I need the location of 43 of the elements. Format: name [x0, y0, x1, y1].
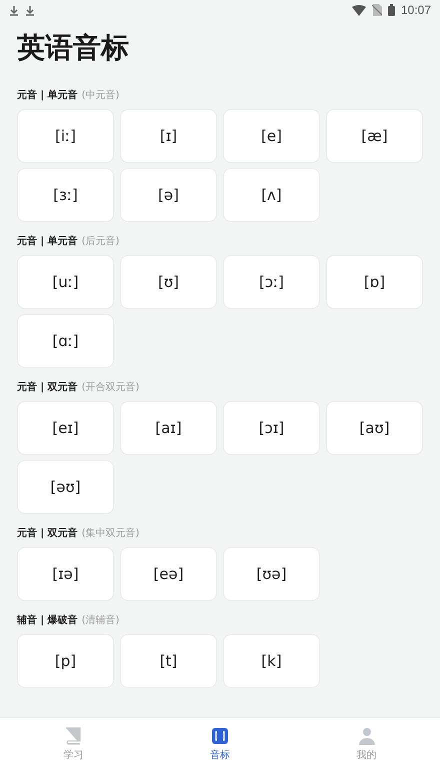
phonetic-symbol-button[interactable]: [p] [17, 634, 114, 688]
wifi-icon [352, 4, 366, 16]
phonetic-symbol-button[interactable]: [t] [120, 634, 217, 688]
phonetic-symbol-button[interactable]: [ʊə] [223, 547, 320, 601]
phonetic-symbol-button[interactable]: [aɪ] [120, 401, 217, 455]
phonetic-symbol-button[interactable]: [ɒ] [326, 255, 423, 309]
phonetic-symbol-button[interactable]: [ɔː] [223, 255, 320, 309]
phonetic-symbol-button[interactable]: [iː] [17, 109, 114, 163]
section-title: 元音 | 双元音 [17, 380, 78, 394]
phonetic-symbol-button[interactable]: [ɜː] [17, 168, 114, 222]
clock: 10:07 [400, 3, 431, 17]
no-sim-icon [372, 4, 382, 16]
page-title: 英语音标 [17, 30, 129, 66]
phonetic-symbol-button[interactable]: [ə] [120, 168, 217, 222]
person-icon [358, 726, 376, 744]
download-icon [9, 4, 19, 16]
download-icon [25, 4, 35, 16]
phonetic-symbol-button[interactable]: [ɑː] [17, 314, 114, 368]
battery-icon [388, 4, 395, 16]
phonetic-icon [211, 726, 229, 744]
section-subtitle: (清辅音) [82, 614, 120, 627]
nav-tab[interactable]: 音标 [146, 718, 294, 770]
phonetic-symbol-button[interactable]: [e] [223, 109, 320, 163]
phonetic-symbol-button[interactable]: [ʊ] [120, 255, 217, 309]
section-title: 元音 | 单元音 [17, 88, 78, 102]
phonetic-symbol-button[interactable]: [ɪ] [120, 109, 217, 163]
section-subtitle: (开合双元音) [82, 380, 140, 394]
section-title: 元音 | 双元音 [17, 526, 78, 540]
section-title: 元音 | 单元音 [17, 234, 78, 248]
section-subtitle: (集中双元音) [82, 526, 140, 540]
phonetic-symbol-button[interactable]: [ɪə] [17, 547, 114, 601]
phonetic-symbol-button[interactable]: [əʊ] [17, 460, 114, 514]
phonetic-symbol-button[interactable]: [ɔɪ] [223, 401, 320, 455]
phonetic-symbol-button[interactable]: [uː] [17, 255, 114, 309]
phonetic-symbol-button[interactable]: [ʌ] [223, 168, 320, 222]
phonetic-symbol-button[interactable]: [eɪ] [17, 401, 114, 455]
section-subtitle: (后元音) [82, 234, 120, 248]
section-subtitle: (中元音) [82, 88, 120, 102]
phonetic-symbol-button[interactable]: [aʊ] [326, 401, 423, 455]
phonetic-symbol-button[interactable]: [eə] [120, 547, 217, 601]
phonetic-symbol-button[interactable]: [æ] [326, 109, 423, 163]
section-title: 辅音 | 爆破音 [17, 613, 78, 627]
phonetic-symbol-button[interactable]: [k] [223, 634, 320, 688]
